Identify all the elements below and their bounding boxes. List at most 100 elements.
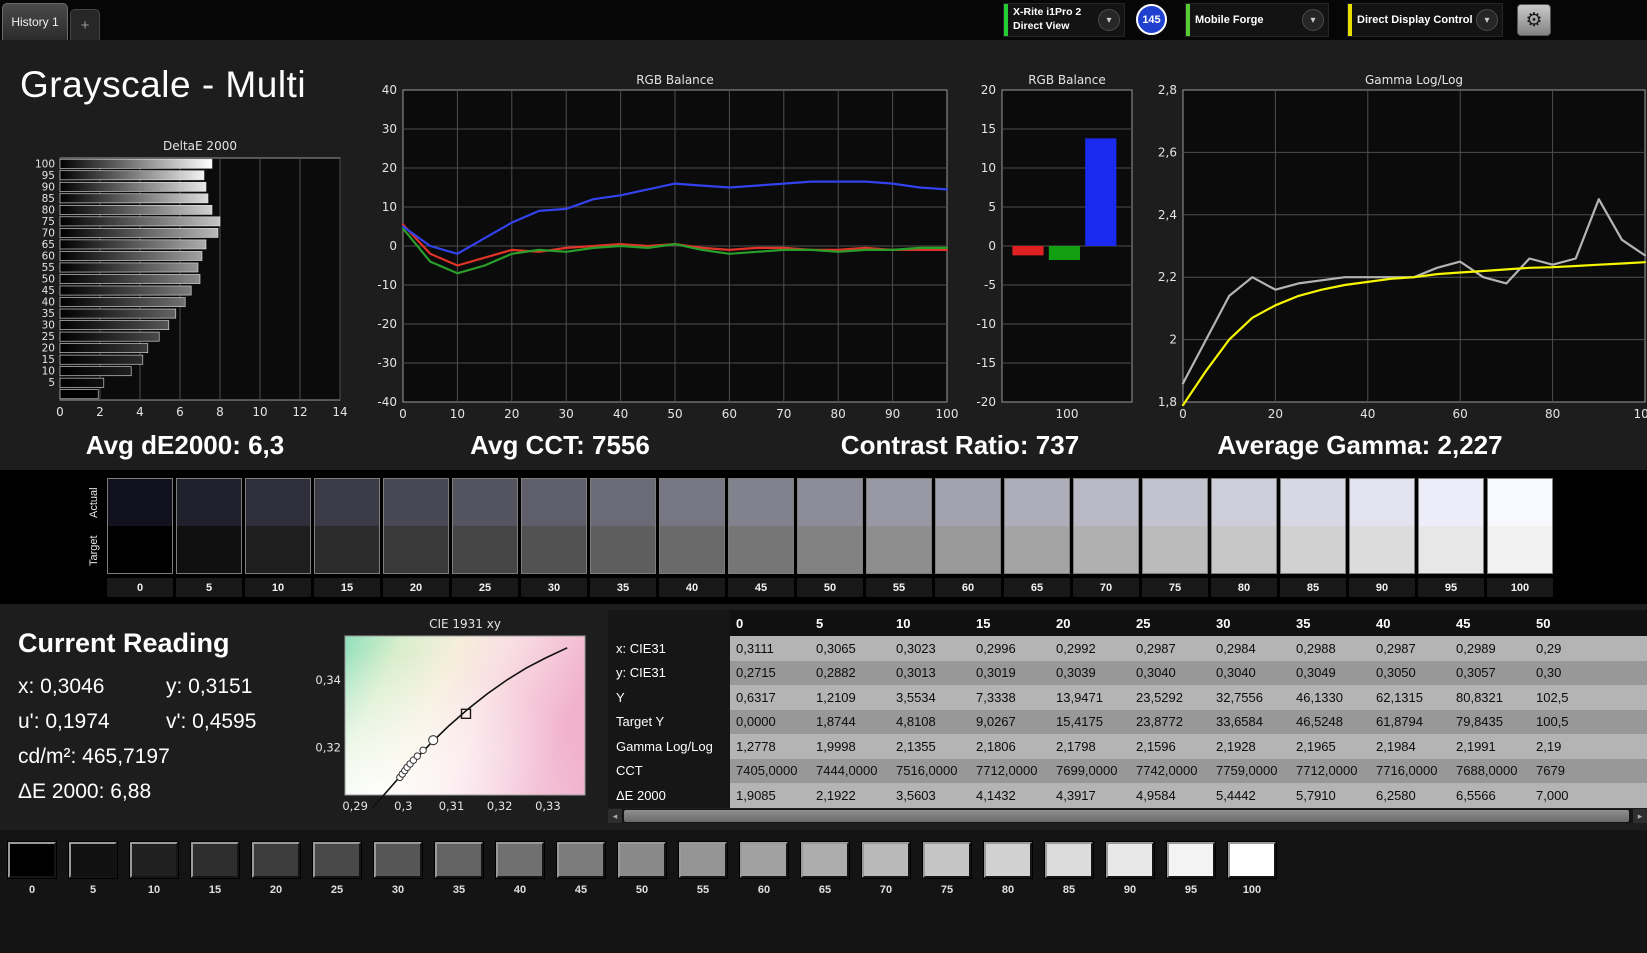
meter-dropdown-button[interactable]: ▾ xyxy=(1098,9,1120,31)
table-cell: 2,1965 xyxy=(1290,734,1370,759)
level-button-label: 65 xyxy=(818,884,832,896)
measurement-table: 0 5 10 15 20 25 30 35 40 45 50 x: CIE31 0,3111 0,3065… xyxy=(608,610,1647,808)
scroll-left-button[interactable]: ◂ xyxy=(608,809,622,823)
patch-level-label: 70 xyxy=(1073,578,1139,597)
patch-level-label: 5 xyxy=(176,578,242,597)
actual-patch xyxy=(1074,479,1138,526)
table-cell: 0,0000 xyxy=(730,709,810,734)
table-cell: 80,8321 xyxy=(1450,685,1530,710)
display-control-dropdown-button[interactable]: ▾ xyxy=(1476,9,1498,31)
svg-text:5: 5 xyxy=(988,200,996,214)
actual-patch xyxy=(1143,479,1207,526)
level-button-20[interactable] xyxy=(252,842,300,878)
meter-selector[interactable]: X-Rite i1Pro 2 Direct View ▾ xyxy=(1003,3,1125,37)
meter-mode: Direct View xyxy=(1013,20,1070,32)
level-button-65[interactable] xyxy=(801,842,849,878)
svg-text:15: 15 xyxy=(981,122,996,136)
patch-level-label: 75 xyxy=(1142,578,1208,597)
level-button-label: 85 xyxy=(1062,884,1076,896)
svg-text:100: 100 xyxy=(35,158,55,170)
svg-text:1,8: 1,8 xyxy=(1158,395,1177,409)
svg-text:10: 10 xyxy=(42,366,55,378)
level-button-100[interactable] xyxy=(1228,842,1276,878)
level-button-90[interactable] xyxy=(1106,842,1154,878)
level-button-label: 75 xyxy=(940,884,954,896)
level-button-70[interactable] xyxy=(862,842,910,878)
svg-text:5: 5 xyxy=(48,377,55,389)
scroll-right-button[interactable]: ▸ xyxy=(1633,809,1647,823)
actual-patch xyxy=(1212,479,1276,526)
display-control-selector[interactable]: Direct Display Control ▾ xyxy=(1347,3,1503,37)
table-cell: 0,2987 xyxy=(1370,636,1450,661)
level-button-5[interactable] xyxy=(69,842,117,878)
level-button-40[interactable] xyxy=(496,842,544,878)
svg-text:100: 100 xyxy=(1056,407,1079,421)
table-cell: 1,9998 xyxy=(810,734,890,759)
grayscale-patch-40 xyxy=(659,478,725,574)
table-cell: 0,2715 xyxy=(730,660,810,685)
actual-patch xyxy=(177,479,241,526)
level-button-75[interactable] xyxy=(923,842,971,878)
svg-text:20: 20 xyxy=(504,407,519,421)
level-button-25[interactable] xyxy=(313,842,361,878)
level-button-80[interactable] xyxy=(984,842,1032,878)
svg-text:85: 85 xyxy=(42,193,55,205)
level-button-labels: 0 5 10 15 20 25 30 35 40 45 50 55 60 65 70 75 80 85 90 95 10… xyxy=(8,884,1276,896)
level-button-55[interactable] xyxy=(679,842,727,878)
table-cell: 4,8108 xyxy=(890,709,970,734)
actual-patch xyxy=(936,479,1000,526)
table-cell: 7,000 xyxy=(1530,783,1647,808)
current-reading-panel: Current Reading x: 0,3046 y: 0,3151 u': … xyxy=(18,628,314,815)
source-dropdown-button[interactable]: ▾ xyxy=(1302,9,1324,31)
level-button-30[interactable] xyxy=(374,842,422,878)
column-header: 50 xyxy=(1536,615,1551,631)
table-cell: 79,8435 xyxy=(1450,709,1530,734)
level-button-label: 20 xyxy=(269,884,283,896)
svg-text:40: 40 xyxy=(42,297,55,309)
table-cell: 0,6317 xyxy=(730,685,810,710)
actual-patch xyxy=(246,479,310,526)
table-cell: 46,5248 xyxy=(1290,709,1370,734)
source-selector[interactable]: Mobile Forge ▾ xyxy=(1185,3,1329,37)
level-button-0[interactable] xyxy=(8,842,56,878)
table-hscrollbar[interactable]: ◂ ▸ xyxy=(608,809,1647,823)
level-button-15[interactable] xyxy=(191,842,239,878)
table-cell: 0,2996 xyxy=(970,636,1050,661)
target-patch xyxy=(867,526,931,573)
avg-de2000-stat: Avg dE2000: 6,3 xyxy=(85,430,285,460)
tab-history-1[interactable]: History 1 xyxy=(2,3,68,40)
table-cell: 2,1798 xyxy=(1050,734,1130,759)
settings-gear-button[interactable]: ⚙ xyxy=(1517,4,1551,36)
actual-patch xyxy=(315,479,379,526)
level-button-label: 35 xyxy=(452,884,466,896)
table-cell: 100,5 xyxy=(1530,709,1647,734)
svg-text:0,31: 0,31 xyxy=(439,799,465,813)
level-button-95[interactable] xyxy=(1167,842,1215,878)
level-button-10[interactable] xyxy=(130,842,178,878)
svg-text:20: 20 xyxy=(1268,407,1283,421)
level-button-60[interactable] xyxy=(740,842,788,878)
svg-text:6: 6 xyxy=(176,405,184,419)
new-tab-button[interactable]: + xyxy=(70,9,100,40)
actual-patch xyxy=(1005,479,1069,526)
level-button-label: 90 xyxy=(1123,884,1137,896)
actual-patch xyxy=(660,479,724,526)
level-button-label: 40 xyxy=(513,884,527,896)
table-cell: 2,1922 xyxy=(810,783,890,808)
svg-text:80: 80 xyxy=(42,204,55,216)
grayscale-patch-60 xyxy=(935,478,1001,574)
svg-text:20: 20 xyxy=(382,161,397,175)
scrollbar-thumb[interactable] xyxy=(624,810,1629,822)
level-button-50[interactable] xyxy=(618,842,666,878)
level-button-label: 95 xyxy=(1184,884,1198,896)
row-label: Y xyxy=(608,685,730,710)
target-patch xyxy=(798,526,862,573)
grayscale-patch-30 xyxy=(521,478,587,574)
level-button-45[interactable] xyxy=(557,842,605,878)
svg-text:-10: -10 xyxy=(976,317,996,331)
level-button-85[interactable] xyxy=(1045,842,1093,878)
svg-text:2,2: 2,2 xyxy=(1158,270,1177,284)
svg-text:-20: -20 xyxy=(976,395,996,409)
scrollbar-track[interactable] xyxy=(622,809,1633,823)
level-button-35[interactable] xyxy=(435,842,483,878)
